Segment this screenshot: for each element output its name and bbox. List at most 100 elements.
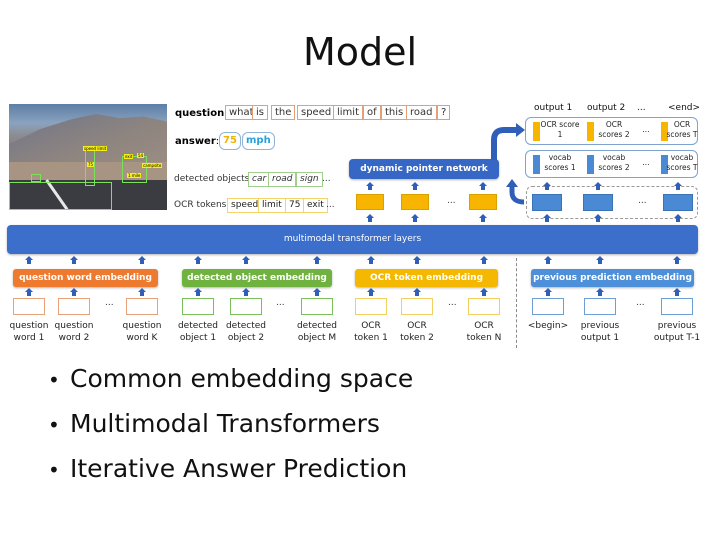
up-arrow-icon <box>242 256 250 264</box>
ocr-tag: 1 mile <box>127 173 142 178</box>
bullet-item: • Multimodal Transformers <box>48 409 380 438</box>
ocr-score-label: OCR scores T <box>666 120 698 139</box>
up-arrow-icon <box>313 256 321 264</box>
ocr-decoder-output <box>469 194 497 210</box>
up-arrow-icon <box>366 182 374 190</box>
up-arrow-icon <box>673 256 681 264</box>
up-arrow-icon <box>544 288 552 296</box>
ocr-tokens-label: OCR tokens: <box>174 200 230 210</box>
bullet-item: • Iterative Answer Prediction <box>48 454 408 483</box>
up-arrow-icon <box>70 256 78 264</box>
up-arrow-icon <box>138 256 146 264</box>
up-arrow-icon <box>544 256 552 264</box>
model-diagram: speed limit 75 exit 54 campsite 1 mile q… <box>0 98 720 348</box>
input-box <box>230 298 262 315</box>
previous-prediction-embedding: previous prediction embedding <box>531 269 694 287</box>
object-token: road <box>268 172 297 187</box>
decoder-output <box>532 194 562 211</box>
input-box <box>182 298 214 315</box>
ocr-token: limit <box>258 198 286 213</box>
input-box <box>355 298 387 315</box>
up-arrow-icon <box>413 288 421 296</box>
bbox-road <box>9 182 112 210</box>
ocr-token: 75 <box>285 198 305 213</box>
up-arrow-icon <box>194 288 202 296</box>
ellipsis: ... <box>636 298 645 308</box>
up-arrow-icon <box>596 288 604 296</box>
up-arrow-icon <box>366 214 374 222</box>
ellipsis: ... <box>642 158 650 167</box>
answer-token: mph <box>242 132 275 150</box>
ellipsis: ... <box>448 298 457 308</box>
separator <box>516 258 517 348</box>
up-arrow-icon <box>138 288 146 296</box>
up-arrow-icon <box>543 182 551 190</box>
up-arrow-icon <box>596 256 604 264</box>
up-arrow-icon <box>674 182 682 190</box>
vocab-scores-panel: vocab scores 1 vocab scores 2 ... vocab … <box>525 150 698 178</box>
ocr-score-bar <box>587 122 594 141</box>
up-arrow-icon <box>480 288 488 296</box>
output-header: output 1 <box>534 103 573 113</box>
up-arrow-icon <box>411 182 419 190</box>
input-label: OCR token 2 <box>400 321 434 343</box>
bbox-car <box>31 174 41 182</box>
question-token: the <box>271 105 296 120</box>
slide-title: Model <box>302 30 418 74</box>
bullet-list: • Common embedding space • Multimodal Tran… <box>48 362 413 497</box>
input-label: detected object 2 <box>225 321 267 343</box>
up-arrow-icon <box>242 288 250 296</box>
ocr-token-embedding: OCR token embedding <box>355 269 498 287</box>
up-arrow-icon <box>194 256 202 264</box>
up-arrow-icon <box>479 182 487 190</box>
up-arrow-icon <box>594 182 602 190</box>
question-label: question: <box>175 108 228 119</box>
bbox-speed-sign <box>85 150 95 186</box>
road-scene-image: speed limit 75 exit 54 campsite 1 mile <box>9 104 167 210</box>
up-arrow-icon <box>313 288 321 296</box>
ocr-tag: speed limit <box>83 146 108 151</box>
curve-arrow-icon <box>491 123 525 160</box>
input-box <box>584 298 616 315</box>
input-label: question word 2 <box>54 321 94 343</box>
answer-token: 75 <box>219 132 241 150</box>
input-box <box>532 298 564 315</box>
decoder-output <box>663 194 693 211</box>
up-arrow-icon <box>673 288 681 296</box>
up-arrow-icon <box>480 256 488 264</box>
question-token: is <box>252 105 268 120</box>
up-arrow-icon <box>411 214 419 222</box>
detected-object-embedding: detected object embedding <box>182 269 332 287</box>
decoder-output <box>583 194 613 211</box>
bullet-item: • Common embedding space <box>48 364 414 393</box>
ellipsis: ... <box>322 174 331 184</box>
object-token: sign <box>296 172 323 187</box>
input-box <box>126 298 158 315</box>
ocr-decoder-output <box>356 194 384 210</box>
input-box <box>58 298 90 315</box>
input-box <box>401 298 433 315</box>
up-arrow-icon <box>367 256 375 264</box>
input-label: question word K <box>122 321 162 343</box>
input-box <box>301 298 333 315</box>
output-header: output 2 <box>587 103 626 113</box>
vocab-score-label: vocab scores T <box>666 153 698 172</box>
up-arrow-icon <box>479 214 487 222</box>
object-token: car <box>248 172 271 187</box>
up-arrow-icon <box>413 256 421 264</box>
question-token: speed <box>297 105 336 120</box>
ocr-tag: 54 <box>137 153 145 158</box>
vocab-score-bar <box>587 155 594 174</box>
ocr-token: exit <box>303 198 328 213</box>
ocr-tag: exit <box>124 154 134 159</box>
output-header: <end> <box>668 103 701 113</box>
output-header: ... <box>637 103 646 113</box>
ocr-tag: campsite <box>142 163 163 168</box>
question-token: ? <box>437 105 451 120</box>
ocr-score-bar <box>533 122 540 141</box>
input-box <box>468 298 500 315</box>
detected-objects-label: detected objects: <box>174 174 253 184</box>
ellipsis: ... <box>276 298 285 308</box>
up-arrow-icon <box>543 214 551 222</box>
ocr-scores-panel: OCR score 1 OCR scores 2 ... OCR scores … <box>525 117 698 145</box>
